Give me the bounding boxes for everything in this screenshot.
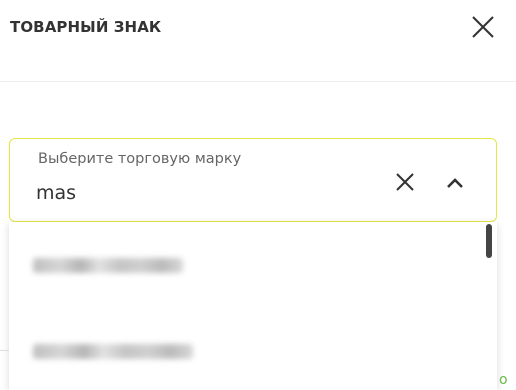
options-dropdown[interactable] <box>9 222 497 390</box>
blurred-option-text <box>33 344 193 359</box>
collapse-button[interactable] <box>444 175 466 191</box>
dropdown-option[interactable] <box>9 222 479 308</box>
dialog-header: ТОВАРНЫЙ ЗНАК <box>0 0 516 82</box>
select-label: Выберите торговую марку <box>38 151 242 167</box>
scrollbar-thumb[interactable] <box>486 224 492 258</box>
brand-search-input[interactable] <box>36 182 366 204</box>
dropdown-option[interactable] <box>9 308 479 390</box>
blurred-option-text <box>33 258 183 273</box>
clear-icon <box>396 173 414 191</box>
close-icon <box>472 16 494 38</box>
underlay-divider <box>0 350 9 351</box>
chevron-up-icon <box>447 178 463 188</box>
close-button[interactable] <box>468 12 498 42</box>
underlay-link-fragment[interactable]: о <box>499 372 508 388</box>
page-title: ТОВАРНЫЙ ЗНАК <box>10 18 162 36</box>
brand-select[interactable]: Выберите торговую марку <box>9 138 497 222</box>
clear-button[interactable] <box>394 171 416 193</box>
